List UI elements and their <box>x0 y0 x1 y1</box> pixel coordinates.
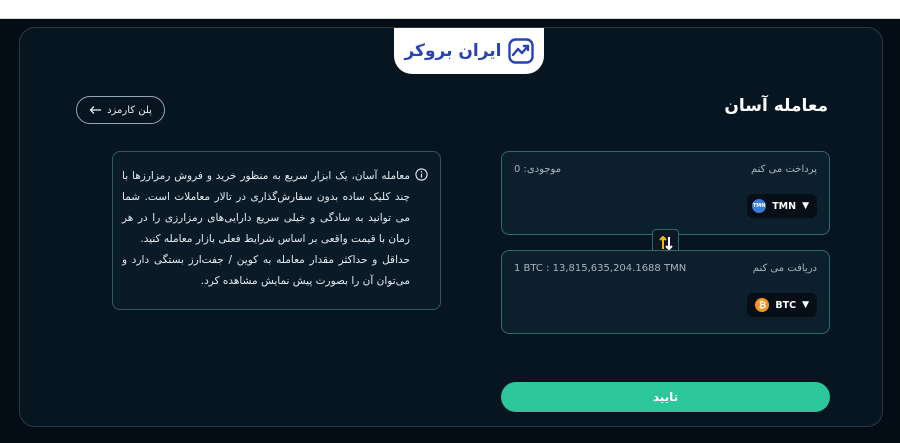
info-box: معامله آسان، یک ابزار سریع به منظور خرید… <box>112 151 441 310</box>
confirm-button[interactable]: تایید <box>501 382 830 412</box>
trend-chart-logo-icon <box>507 38 534 64</box>
receive-label: دریافت می کنم <box>752 263 817 274</box>
info-paragraph-1: معامله آسان، یک ابزار سریع به منظور خرید… <box>122 170 410 245</box>
brand-name: ایران بروکر <box>404 41 502 61</box>
pay-asset-code: TMN <box>772 200 797 212</box>
info-text: معامله آسان، یک ابزار سریع به منظور خرید… <box>122 166 410 292</box>
pay-panel[interactable]: پرداخت می کنم موجودی: 0 TMN TMN ▼ <box>501 151 830 235</box>
easy-trade-card: ایران بروکر معامله آسان پلن کارمزد معامل… <box>19 27 883 427</box>
arrow-left-icon <box>89 106 102 114</box>
chevron-down-icon: ▼ <box>802 300 809 310</box>
receive-panel[interactable]: دریافت می کنم 1 BTC : 13,815,635,204.168… <box>501 250 830 334</box>
chevron-down-icon: ▼ <box>802 201 809 211</box>
brand-logo[interactable]: ایران بروکر <box>394 28 544 74</box>
rate-text: 1 BTC : 13,815,635,204.1688 TMN <box>514 263 687 274</box>
info-icon <box>415 168 428 181</box>
fee-plan-button[interactable]: پلن کارمزد <box>76 96 165 124</box>
page-title: معامله آسان <box>724 96 828 116</box>
balance-text: موجودی: 0 <box>514 164 562 175</box>
receive-asset-select[interactable]: ₿ BTC ▼ <box>747 293 817 317</box>
receive-asset-code: BTC <box>775 299 797 311</box>
fee-plan-label: پلن کارمزد <box>107 104 152 116</box>
pay-asset-select[interactable]: TMN TMN ▼ <box>747 194 817 218</box>
swap-arrows-icon <box>658 235 673 250</box>
info-paragraph-2: حداقل و حداکثر مقدار معامله به کوین / جف… <box>122 254 410 287</box>
pay-label: پرداخت می کنم <box>750 164 817 175</box>
bitcoin-coin-icon: ₿ <box>755 298 770 312</box>
tmn-coin-icon: TMN <box>752 199 767 213</box>
top-bar <box>0 0 900 19</box>
